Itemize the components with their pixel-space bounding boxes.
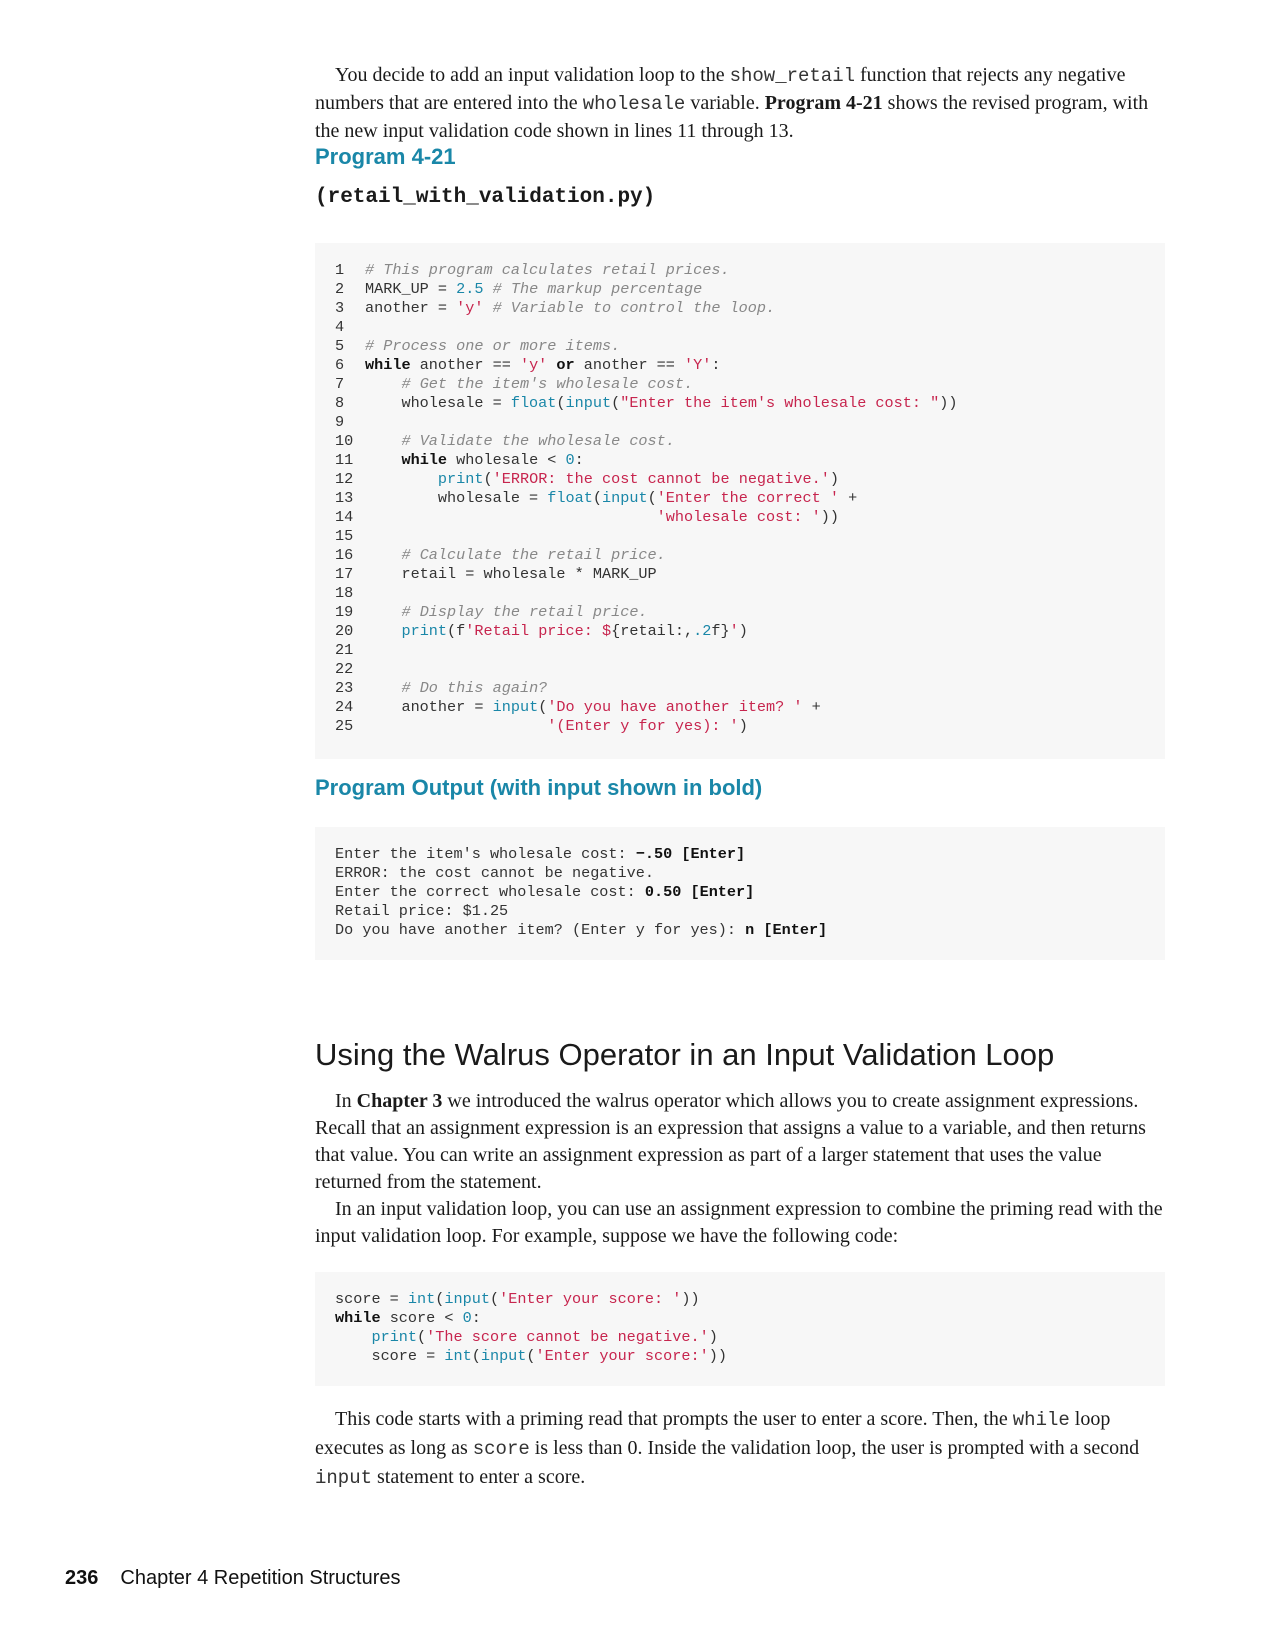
code-line: 16 # Calculate the retail price. [335,546,666,564]
code-line: 3 another = 'y' # Variable to control the… [335,299,776,317]
program-code-listing: 1 # This program calculates retail prices… [315,243,1165,759]
code-line: 8 wholesale = float(input("Enter the ite… [335,394,958,412]
intro-text: variable. [685,92,765,114]
code-line: score = int(input('Enter your score: ')) [335,1290,700,1308]
inline-code: wholesale [582,93,686,115]
code-block: score = int(input('Enter your score: '))… [335,1290,1145,1366]
code-line: 24 another = input('Do you have another … [335,698,821,716]
paragraph-text: is less than 0. Inside the validation lo… [529,1437,1140,1459]
code-line: 12 print('ERROR: the cost cannot be nega… [335,470,839,488]
code-line: 25 '(Enter y for yes): ') [335,717,748,735]
code-line: while score < 0: [335,1309,481,1327]
code-line: 13 wholesale = float(input('Enter the co… [335,489,858,507]
code-line: 23 # Do this again? [335,679,548,697]
code-line: score = int(input('Enter your score:')) [335,1347,727,1365]
inline-code: input [315,1467,373,1489]
output-line: Do you have another item? (Enter y for y… [335,921,828,939]
output-heading: Program Output (with input shown in bold… [315,775,763,800]
program-heading: Program 4-21 [315,144,456,169]
code-line: 7 # Get the item's wholesale cost. [335,375,694,393]
chapter-reference: Chapter 3 [356,1090,443,1112]
output-line: Enter the correct wholesale cost: 0.50 [… [335,883,755,901]
code-line: 4 [335,318,345,336]
code-line: 11 while wholesale < 0: [335,451,584,469]
code-line: 20 print(f'Retail price: ${retail:,.2f}'… [335,622,748,640]
code-line: 5 # Process one or more items. [335,337,621,355]
score-code-example: score = int(input('Enter your score: '))… [315,1272,1165,1386]
code-line: 6 while another == 'y' or another == 'Y': [335,356,721,374]
code-line: 10 # Validate the wholesale cost. [335,432,675,450]
code-block: 1 # This program calculates retail prices… [335,261,1145,736]
chapter-title: Chapter 4 Repetition Structures [120,1567,401,1589]
section-title: Using the Walrus Operator in an Input Va… [315,1037,1055,1072]
code-line: 2 MARK_UP = 2.5 # The markup percentage [335,280,703,298]
program-reference: Program 4-21 [764,92,883,114]
inline-code: score [472,1438,530,1460]
intro-paragraph: You decide to add an input validation lo… [315,62,1165,145]
code-line: 17 retail = wholesale * MARK_UP [335,565,657,583]
code-line: 15 [335,527,354,545]
output-line: ERROR: the cost cannot be negative. [335,864,654,882]
inline-code: while [1012,1409,1070,1431]
code-line: 18 [335,584,354,602]
code-line: 21 [335,641,354,659]
program-filename: (retail_with_validation.py) [315,186,656,209]
section-paragraph-1: In Chapter 3 we introduced the walrus op… [315,1088,1165,1196]
page-footer: 236 Chapter 4 Repetition Structures [65,1567,401,1590]
code-line: 1 # This program calculates retail prices… [335,261,730,279]
code-line: 14 'wholesale cost: ')) [335,508,839,526]
section-paragraph-3: This code starts with a priming read tha… [315,1405,1165,1492]
code-line: 22 [335,660,354,678]
output-line: Enter the item's wholesale cost: −.50 [E… [335,845,746,863]
code-line: 19 # Display the retail price. [335,603,648,621]
program-output: Enter the item's wholesale cost: −.50 [E… [315,827,1165,960]
paragraph-text: statement to enter a score. [372,1466,586,1488]
code-line: 9 [335,413,345,431]
inline-code: show_retail [729,65,856,87]
output-line: Retail price: $1.25 [335,902,509,920]
intro-text: You decide to add an input validation lo… [335,64,730,86]
paragraph-text: In [335,1090,357,1112]
section-paragraph-2: In an input validation loop, you can use… [315,1198,1163,1247]
page-number: 236 [65,1567,99,1589]
code-line: print('The score cannot be negative.') [371,1328,718,1346]
output-block: Enter the item's wholesale cost: −.50 [E… [335,845,1145,940]
paragraph-text: This code starts with a priming read tha… [335,1408,1013,1430]
